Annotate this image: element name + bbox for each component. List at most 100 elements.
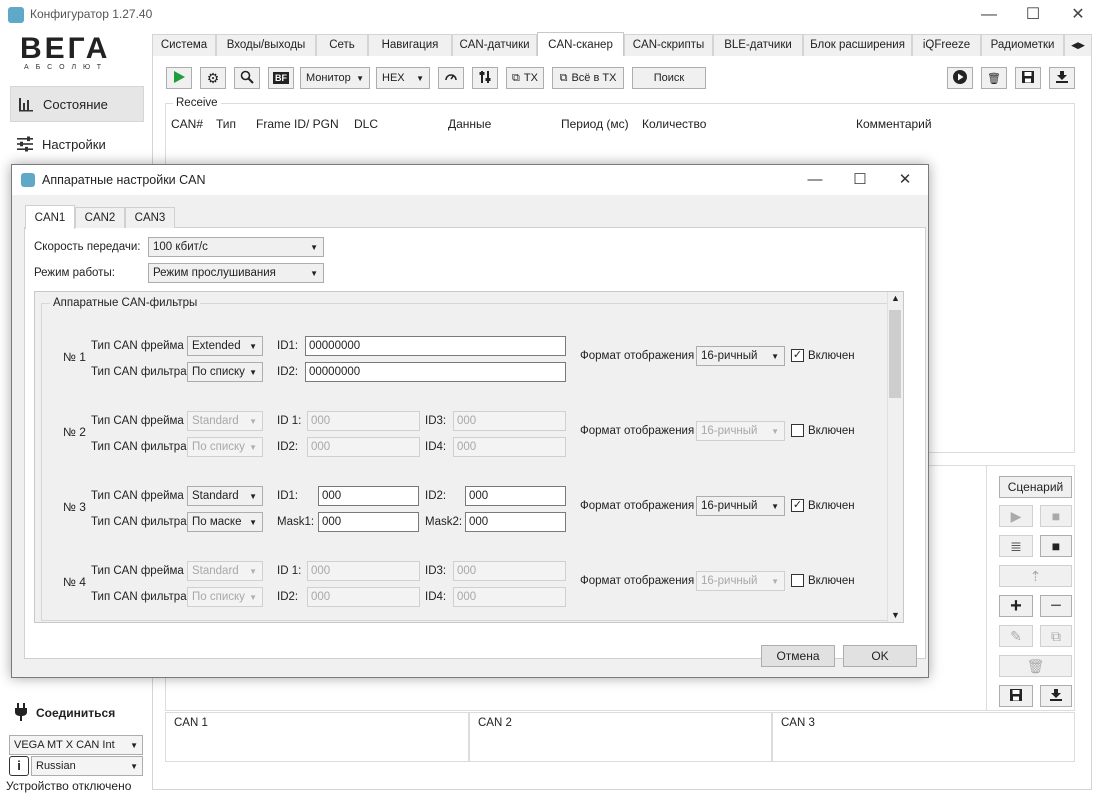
- dialog-minimize-button[interactable]: —: [792, 167, 838, 193]
- download-list-button[interactable]: [1040, 685, 1072, 707]
- download-button[interactable]: [1049, 67, 1075, 89]
- script-button[interactable]: ≣: [999, 535, 1033, 557]
- sidebar-item-settings[interactable]: Настройки: [10, 126, 144, 162]
- copy-tx-button[interactable]: ⧉ TX: [506, 67, 544, 89]
- play-button-disabled[interactable]: ▶: [999, 505, 1033, 527]
- id3-input[interactable]: 000: [453, 561, 566, 581]
- scroll-down-icon[interactable]: ▼: [891, 610, 900, 620]
- frame-type-select[interactable]: Standard ▼: [187, 561, 263, 581]
- scroll-thumb[interactable]: [889, 310, 901, 398]
- column-count[interactable]: Количество: [642, 117, 706, 131]
- bf-button[interactable]: BF: [268, 67, 294, 89]
- display-format-select[interactable]: 16-ричный ▼: [696, 496, 785, 516]
- connect-button[interactable]: Соединиться: [10, 702, 144, 724]
- maximize-button[interactable]: ☐: [1010, 2, 1056, 28]
- id2-input[interactable]: 00000000: [305, 362, 566, 382]
- all-to-tx-button[interactable]: ⧉ Всё в TX: [552, 67, 624, 89]
- filter-type-select[interactable]: По списку ▼: [187, 437, 263, 457]
- duplicate-button[interactable]: ⧉: [1040, 625, 1072, 647]
- id3-input[interactable]: 000: [453, 411, 566, 431]
- minimize-button[interactable]: —: [966, 2, 1012, 28]
- id1-input[interactable]: 000: [307, 561, 420, 581]
- remove-button[interactable]: −: [1040, 595, 1072, 617]
- scroll-up-icon[interactable]: ▲: [891, 293, 900, 303]
- search-text-button[interactable]: Поиск: [632, 67, 706, 89]
- ok-button[interactable]: OK: [843, 645, 917, 667]
- enabled-checkbox[interactable]: ✓: [791, 349, 804, 362]
- tab-expansion[interactable]: Блок расширения: [803, 34, 912, 56]
- speed-select[interactable]: 100 кбит/с ▼: [148, 237, 324, 257]
- column-period[interactable]: Период (мс): [561, 117, 629, 131]
- tab-network[interactable]: Сеть: [316, 34, 368, 56]
- tab-can-scripts[interactable]: CAN-скрипты: [624, 34, 713, 56]
- settings-button[interactable]: ⚙: [200, 67, 226, 89]
- sidebar-item-state[interactable]: Состояние: [10, 86, 144, 122]
- tab-can1[interactable]: CAN1: [25, 205, 75, 229]
- tools-button[interactable]: [472, 67, 498, 89]
- upload-button[interactable]: ⇡: [999, 565, 1072, 587]
- tab-navigation[interactable]: Навигация: [368, 34, 452, 56]
- save-list-button[interactable]: [999, 685, 1033, 707]
- monitor-select[interactable]: Монитор ▼: [300, 67, 370, 89]
- clear-button[interactable]: 🗑: [999, 655, 1072, 677]
- device-select[interactable]: VEGA MT X CAN Int ▼: [9, 735, 143, 755]
- display-format-select[interactable]: 16-ричный ▼: [696, 346, 785, 366]
- id1-input[interactable]: 000: [318, 486, 419, 506]
- filter-type-select[interactable]: По списку ▼: [187, 362, 263, 382]
- mask2-input[interactable]: 000: [465, 512, 566, 532]
- enabled-checkbox[interactable]: [791, 424, 804, 437]
- stop-button[interactable]: ■: [1040, 535, 1072, 557]
- tab-can-scanner[interactable]: CAN-сканер: [537, 32, 624, 56]
- dialog-maximize-button[interactable]: ☐: [837, 167, 883, 193]
- tab-io[interactable]: Входы/выходы: [216, 34, 316, 56]
- enabled-checkbox[interactable]: [791, 574, 804, 587]
- filter-type-select[interactable]: По списку ▼: [187, 587, 263, 607]
- tab-can-sensors[interactable]: CAN-датчики: [452, 34, 537, 56]
- mode-select[interactable]: Режим прослушивания ▼: [148, 263, 324, 283]
- id2-input[interactable]: 000: [307, 437, 420, 457]
- speed-button[interactable]: [438, 67, 464, 89]
- dialog-close-button[interactable]: ✕: [882, 167, 928, 193]
- id1-input[interactable]: 00000000: [305, 336, 566, 356]
- cancel-button[interactable]: Отмена: [761, 645, 835, 667]
- enabled-checkbox[interactable]: ✓: [791, 499, 804, 512]
- column-dlc[interactable]: DLC: [354, 117, 378, 131]
- delete-button[interactable]: 🗑: [981, 67, 1007, 89]
- add-button[interactable]: +: [999, 595, 1033, 617]
- tab-system[interactable]: Система: [152, 34, 216, 56]
- display-format-select[interactable]: 16-ричный ▼: [696, 421, 785, 441]
- column-can[interactable]: CAN#: [171, 117, 203, 131]
- tab-radiotags[interactable]: Радиометки: [981, 34, 1064, 56]
- column-type[interactable]: Тип: [216, 117, 236, 131]
- column-comment[interactable]: Комментарий: [856, 117, 932, 131]
- play-button[interactable]: [166, 67, 192, 89]
- frame-type-select[interactable]: Standard ▼: [187, 411, 263, 431]
- scenario-button[interactable]: Сценарий: [999, 476, 1072, 498]
- close-button[interactable]: ✕: [1055, 2, 1101, 28]
- tab-can3[interactable]: CAN3: [125, 207, 175, 228]
- frame-type-select[interactable]: Extended ▼: [187, 336, 263, 356]
- column-data[interactable]: Данные: [448, 117, 491, 131]
- tab-iqfreeze[interactable]: iQFreeze: [912, 34, 981, 56]
- tab-can2[interactable]: CAN2: [75, 207, 125, 228]
- id4-input[interactable]: 000: [453, 437, 566, 457]
- save-button[interactable]: [1015, 67, 1041, 89]
- display-format-select[interactable]: 16-ричный ▼: [696, 571, 785, 591]
- language-select[interactable]: Russian ▼: [31, 756, 143, 776]
- tab-ble-sensors[interactable]: BLE-датчики: [713, 34, 803, 56]
- id2-input[interactable]: 000: [465, 486, 566, 506]
- frame-type-select[interactable]: Standard ▼: [187, 486, 263, 506]
- edit-button[interactable]: ✎: [999, 625, 1033, 647]
- search-button[interactable]: [234, 67, 260, 89]
- info-icon[interactable]: i: [9, 756, 29, 776]
- record-button[interactable]: [947, 67, 973, 89]
- id4-input[interactable]: 000: [453, 587, 566, 607]
- column-frame-id[interactable]: Frame ID/ PGN: [256, 117, 339, 131]
- filter-type-select[interactable]: По маске ▼: [187, 512, 263, 532]
- stop-button-disabled[interactable]: ■: [1040, 505, 1072, 527]
- id2-input[interactable]: 000: [307, 587, 420, 607]
- id1-input[interactable]: 000: [307, 411, 420, 431]
- mask1-input[interactable]: 000: [318, 512, 419, 532]
- tab-scroll-arrows[interactable]: ◀▶: [1064, 34, 1092, 56]
- format-select[interactable]: HEX ▼: [376, 67, 430, 89]
